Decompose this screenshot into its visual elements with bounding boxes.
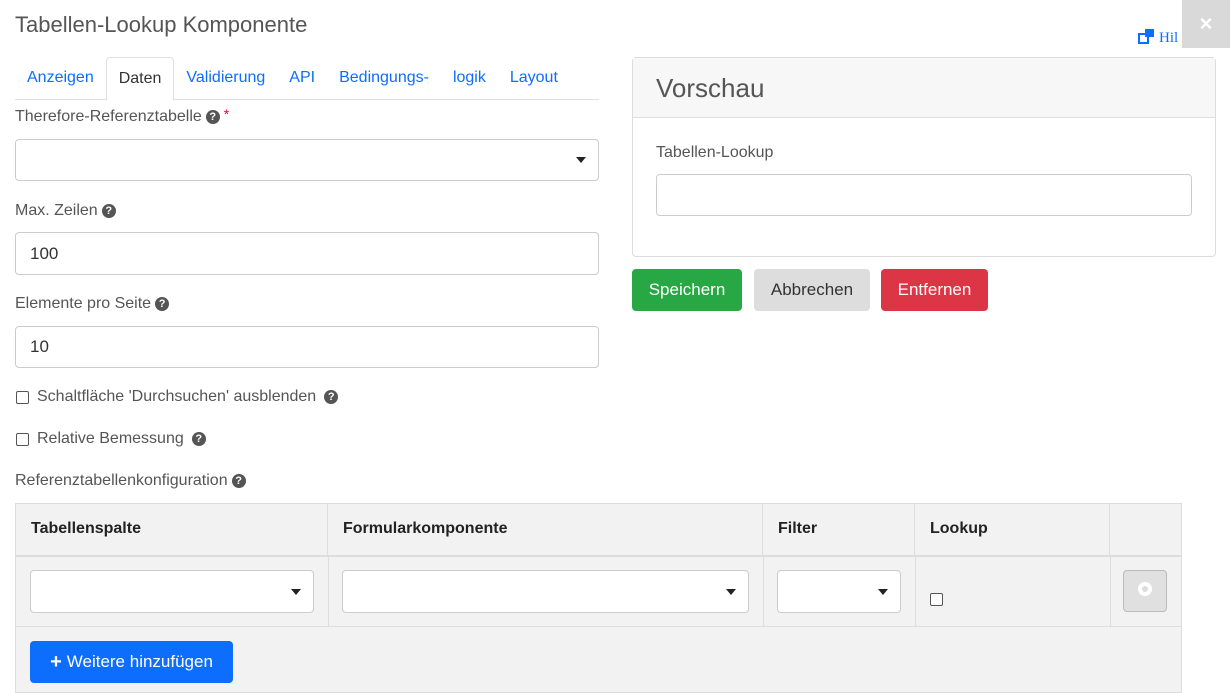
lookup-checkbox[interactable] (930, 593, 943, 606)
required-marker: * (223, 106, 230, 122)
tab-api[interactable]: API (277, 57, 327, 100)
per-page-value: 10 (30, 337, 49, 356)
ref-config-label: Referenztabellenkonfiguration (15, 472, 228, 489)
tab-bedingungs[interactable]: Bedingungs- (327, 57, 441, 100)
help-link[interactable]: Hil (1138, 28, 1178, 49)
col-divider (328, 556, 329, 626)
external-link-icon (1138, 28, 1156, 49)
max-rows-value: 100 (30, 243, 59, 263)
hide-browse-checkbox[interactable] (16, 390, 29, 404)
ref-table-label-row: Therefore-Referenztabelle ? * (15, 106, 230, 126)
ref-table-label: Therefore-Referenztabelle (15, 108, 202, 125)
cancel-button[interactable]: Abbrechen (754, 269, 870, 311)
help-icon[interactable]: ? (191, 432, 206, 446)
col-divider (763, 556, 764, 626)
help-icon[interactable]: ? (205, 110, 220, 124)
remove-button[interactable]: Entfernen (881, 269, 988, 311)
chevron-down-icon (291, 588, 301, 595)
remove-circle-icon (1137, 581, 1153, 602)
chevron-down-icon (878, 588, 888, 595)
col-header-actions (1110, 504, 1181, 556)
relative-size-label: Relative Bemessung (37, 430, 184, 447)
max-rows-label-row: Max. Zeilen ? (15, 202, 116, 220)
tab-layout[interactable]: Layout (498, 57, 570, 100)
col-header-tabellenspalte: Tabellenspalte (16, 504, 328, 556)
ref-config-label-row: Referenztabellenkonfiguration ? (15, 472, 246, 490)
header-divider (16, 555, 1181, 557)
max-rows-input[interactable]: 100 (15, 232, 599, 275)
filter-select[interactable] (777, 570, 901, 613)
plus-icon: + (50, 650, 62, 673)
per-page-label: Elemente pro Seite (15, 295, 152, 312)
chevron-down-icon (576, 157, 586, 163)
col-header-filter: Filter (763, 504, 915, 556)
tab-anzeigen[interactable]: Anzeigen (15, 57, 106, 100)
help-icon[interactable]: ? (101, 204, 116, 218)
preview-card: Vorschau Tabellen-Lookup (632, 57, 1216, 257)
preview-lookup-input[interactable] (656, 174, 1192, 216)
col-header-lookup: Lookup (915, 504, 1110, 556)
row-divider (16, 626, 1181, 627)
add-row-label: Weitere hinzufügen (66, 652, 213, 671)
per-page-label-row: Elemente pro Seite ? (15, 295, 170, 313)
per-page-input[interactable]: 10 (15, 326, 599, 368)
col-divider (1110, 556, 1111, 626)
hide-browse-row: Schaltfläche 'Durchsuchen' ausblenden ? (16, 388, 339, 406)
table-column-select[interactable] (30, 570, 314, 613)
max-rows-label: Max. Zeilen (15, 202, 98, 219)
save-button[interactable]: Speichern (632, 269, 742, 311)
close-button[interactable]: × (1182, 0, 1230, 48)
preview-field-label: Tabellen-Lookup (656, 144, 774, 161)
dialog-title: Tabellen-Lookup Komponente (15, 12, 308, 37)
remove-row-button[interactable] (1123, 570, 1167, 612)
tab-daten[interactable]: Daten (105, 57, 175, 101)
help-icon[interactable]: ? (324, 390, 339, 404)
hide-browse-label: Schaltfläche 'Durchsuchen' ausblenden (37, 388, 317, 405)
help-link-label: Hil (1159, 30, 1179, 46)
col-header-formularkomponente: Formularkomponente (328, 504, 763, 556)
help-icon[interactable]: ? (231, 474, 246, 488)
chevron-down-icon (726, 588, 736, 595)
tab-logik[interactable]: logik (441, 57, 498, 100)
col-divider (915, 556, 916, 626)
preview-title: Vorschau (633, 58, 1215, 118)
add-row-button[interactable]: + Weitere hinzufügen (30, 641, 233, 683)
relative-size-row: Relative Bemessung ? (16, 430, 206, 448)
tab-bar: Anzeigen Daten Validierung API Bedingung… (15, 57, 599, 101)
tab-validierung[interactable]: Validierung (174, 57, 277, 100)
relative-size-checkbox[interactable] (16, 432, 29, 446)
ref-table-select[interactable] (15, 139, 599, 181)
help-icon[interactable]: ? (155, 297, 170, 311)
form-component-select[interactable] (342, 570, 749, 613)
